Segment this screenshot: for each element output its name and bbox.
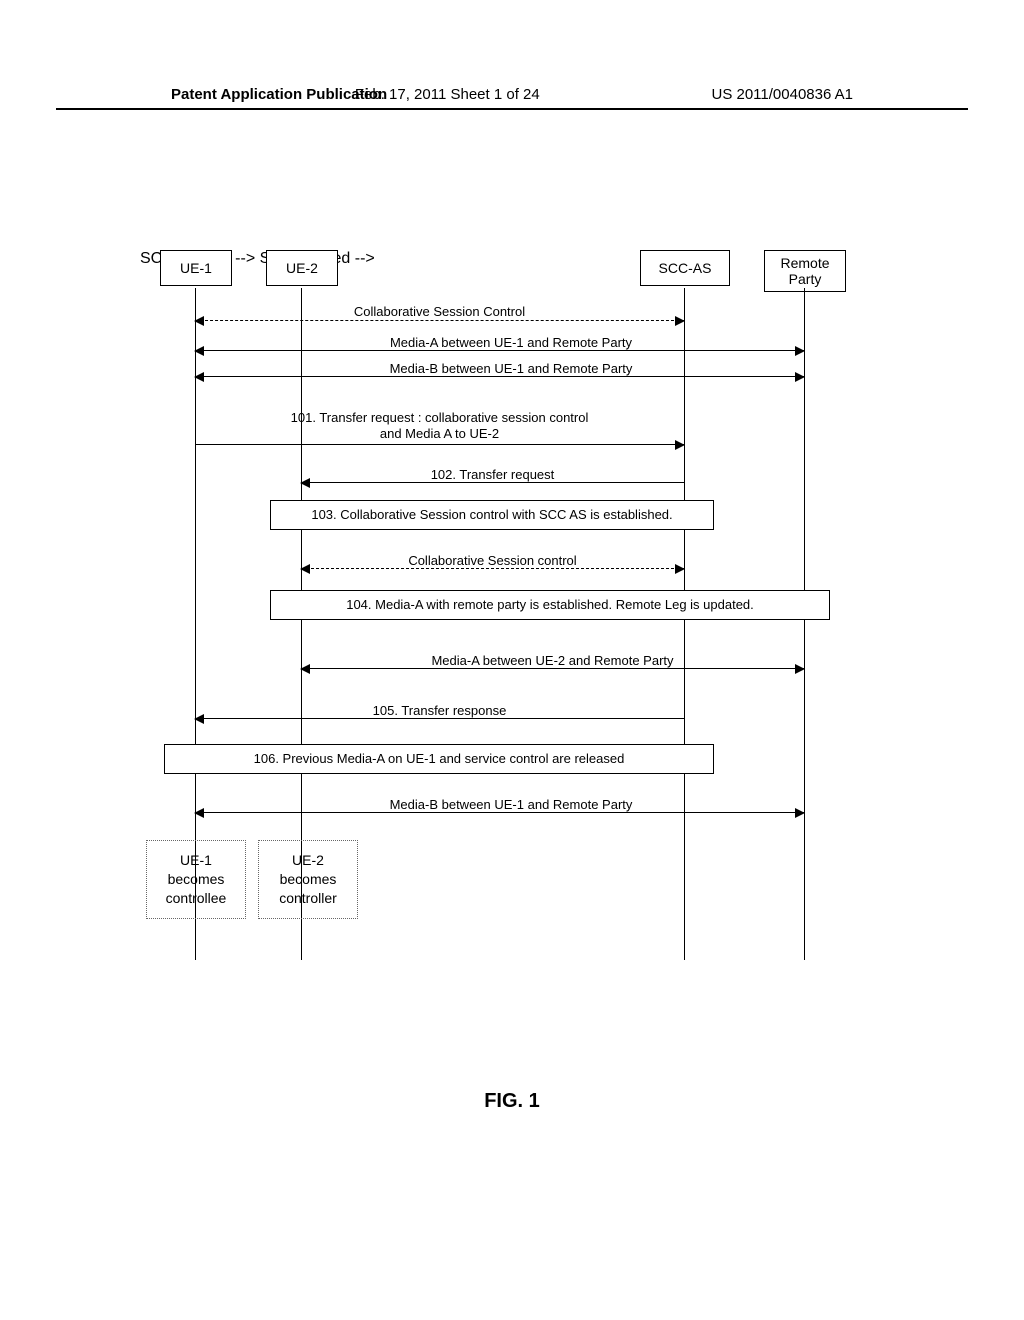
arrow-101-transfer-request xyxy=(195,444,684,445)
label-102-transfer-request: 102. Transfer request xyxy=(301,467,684,482)
endnote-ue1-controllee: UE-1 becomes controllee xyxy=(146,840,246,919)
label-media-a-ue1-rp: Media-A between UE-1 and Remote Party xyxy=(301,335,721,350)
label-collab-session-control-ue2: Collaborative Session control xyxy=(301,553,684,568)
box-104-media-a-established: 104. Media-A with remote party is establ… xyxy=(270,590,830,620)
sheet-label: Feb. 17, 2011 Sheet 1 of 24 xyxy=(355,86,540,103)
label-collab-session-control: Collaborative Session Control xyxy=(195,304,684,319)
arrow-media-b-ue1-rp xyxy=(195,376,804,377)
box-103-collab-session-established: 103. Collaborative Session control with … xyxy=(270,500,714,530)
lifeline-rp xyxy=(804,288,805,960)
label-101-transfer-request-l1: 101. Transfer request : collaborative se… xyxy=(195,410,684,425)
label-101-transfer-request-l2: and Media A to UE-2 xyxy=(195,426,684,441)
arrow-collab-session-control-ue2 xyxy=(301,568,684,569)
arrow-105-transfer-response xyxy=(195,718,684,719)
figure-caption: FIG. 1 xyxy=(0,1090,1024,1113)
arrow-media-a-ue2-rp xyxy=(301,668,804,669)
arrow-collab-session-control xyxy=(195,320,684,321)
box-106-release: 106. Previous Media-A on UE-1 and servic… xyxy=(164,744,714,774)
arrow-media-a-ue1-rp xyxy=(195,350,804,351)
page-header: Patent Application Publication Feb. 17, … xyxy=(56,86,968,110)
arrow-102-transfer-request xyxy=(301,482,684,483)
participant-ue2: UE-2 xyxy=(266,250,338,286)
label-media-b-ue1-rp: Media-B between UE-1 and Remote Party xyxy=(301,361,721,376)
sequence-diagram: UE-1 UE-2 SCC-AS Remote Party SCC dashed… xyxy=(140,250,880,1010)
label-105-transfer-response: 105. Transfer response xyxy=(195,703,684,718)
endnote-ue2-controller: UE-2 becomes controller xyxy=(258,840,358,919)
participant-ue1: UE-1 xyxy=(160,250,232,286)
label-media-a-ue2-rp: Media-A between UE-2 and Remote Party xyxy=(301,653,804,668)
participant-scc-as: SCC-AS xyxy=(640,250,730,286)
lifeline-scc xyxy=(684,288,685,960)
arrow-media-b-ue1-rp-final xyxy=(195,812,804,813)
label-media-b-ue1-rp-final: Media-B between UE-1 and Remote Party xyxy=(301,797,721,812)
doc-number: US 2011/0040836 A1 xyxy=(711,86,853,103)
participant-remote-party: Remote Party xyxy=(764,250,846,292)
